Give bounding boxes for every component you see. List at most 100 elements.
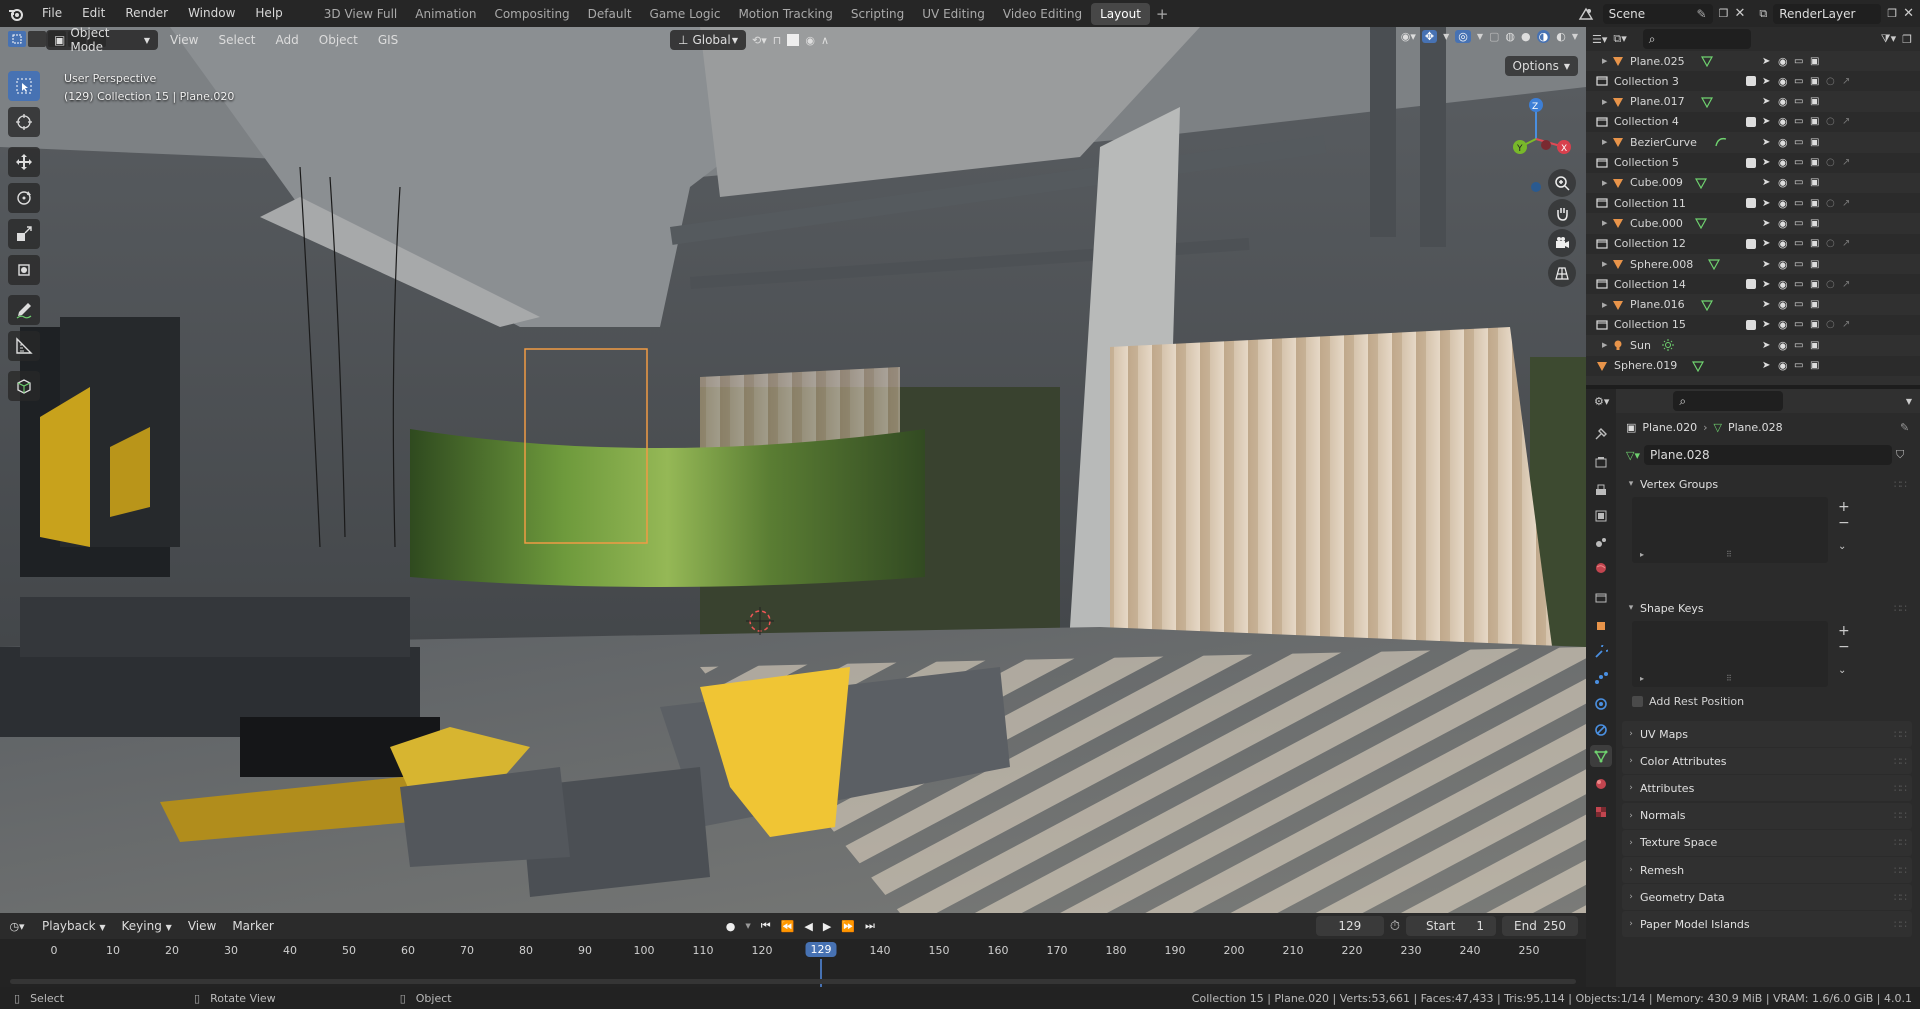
outliner-item-name[interactable]: Collection 14 (1614, 278, 1686, 291)
render-camera-icon[interactable]: ▣ (1810, 76, 1819, 87)
outliner-row[interactable]: ▶ Plane.025 ➤ ◉ ▭ ▣ (1586, 51, 1920, 71)
eye-icon[interactable]: ◉ (1778, 359, 1788, 372)
workspace-tab[interactable]: Default (579, 3, 641, 25)
outliner-item-name[interactable]: Collection 11 (1614, 197, 1686, 210)
perspective-grid-icon[interactable] (1548, 259, 1576, 287)
data-tab-icon[interactable] (1590, 745, 1612, 767)
outliner-item-name[interactable]: Plane.017 (1630, 95, 1685, 108)
workspace-tab[interactable]: Video Editing (994, 3, 1091, 25)
orientation-dropdown[interactable]: ⊥ Global ▼ (670, 30, 746, 50)
holdout-icon[interactable]: ○ (1826, 238, 1835, 249)
collapsed-panel-header[interactable]: › Normals ∷∷ (1622, 802, 1912, 829)
indirect-only-icon[interactable]: ↗ (1842, 319, 1850, 330)
mesh-browse-icon[interactable]: ▽▾ (1626, 449, 1640, 462)
workspace-tab[interactable]: 3D View Full (315, 3, 407, 25)
shape-keys-list[interactable]: ▸ ⠿ (1632, 621, 1828, 687)
gizmo-dropdown-icon[interactable]: ▼ (1443, 32, 1449, 41)
drag-grip-icon[interactable]: ∷∷ (1894, 755, 1907, 768)
modifier-tab-icon[interactable] (1590, 641, 1612, 663)
mesh-data-icon[interactable] (1701, 299, 1714, 311)
expand-arrow-icon[interactable]: ▶ (1602, 57, 1607, 65)
selectable-icon[interactable]: ➤ (1762, 319, 1770, 330)
menu-gis[interactable]: GIS (370, 33, 406, 47)
end-frame-field[interactable]: End 250 (1502, 916, 1578, 936)
collapsed-panel-header[interactable]: › Paper Model Islands ∷∷ (1622, 911, 1912, 938)
world-tab-icon[interactable] (1590, 557, 1612, 579)
view-layer-icon[interactable]: ⧉ (1759, 7, 1767, 21)
properties-search[interactable]: ⌕ (1673, 391, 1784, 411)
annotate-tool[interactable] (8, 295, 40, 325)
render-camera-icon[interactable]: ▣ (1810, 299, 1819, 310)
snap-icon[interactable]: ⊓ (773, 34, 782, 47)
menu-playback[interactable]: Playback ▼ (34, 919, 114, 933)
particles-tab-icon[interactable] (1590, 667, 1612, 689)
scene-name-field[interactable]: Scene ✎ (1602, 3, 1713, 24)
render-tab-icon[interactable] (1590, 451, 1612, 473)
selectable-icon[interactable]: ➤ (1762, 116, 1770, 127)
render-camera-icon[interactable]: ▣ (1810, 340, 1819, 351)
overlay-toggle-icon[interactable]: ◎ (1455, 30, 1471, 43)
workspace-tab[interactable]: Game Logic (641, 3, 730, 25)
current-frame-field[interactable]: 129 (1315, 916, 1384, 936)
wireframe-shading-icon[interactable]: ◍ (1505, 30, 1515, 43)
drag-grip-icon[interactable]: ∷∷ (1894, 836, 1907, 849)
render-camera-icon[interactable]: ▣ (1810, 238, 1819, 249)
mesh-data-icon[interactable] (1708, 258, 1720, 270)
render-camera-icon[interactable]: ▣ (1810, 319, 1819, 330)
viewport-display-icon[interactable]: ▭ (1794, 218, 1803, 229)
render-camera-icon[interactable]: ▣ (1810, 198, 1819, 209)
collapsed-panel-header[interactable]: › Color Attributes ∷∷ (1622, 748, 1912, 775)
eye-icon[interactable]: ◉ (1778, 95, 1788, 108)
viewport-display-icon[interactable]: ▭ (1794, 319, 1803, 330)
selectable-icon[interactable]: ➤ (1762, 177, 1770, 188)
jump-start-icon[interactable]: ⏮ (761, 919, 771, 933)
pivot-icon[interactable]: ⟲▾ (752, 34, 767, 47)
viewport-display-icon[interactable]: ▭ (1794, 96, 1803, 107)
viewport-display-icon[interactable]: ▭ (1794, 157, 1803, 168)
drag-grip-icon[interactable]: ∷∷ (1894, 728, 1907, 741)
eye-icon[interactable]: ◉ (1778, 136, 1788, 149)
new-collection-icon[interactable]: ❐ (1902, 33, 1912, 46)
render-camera-icon[interactable]: ▣ (1810, 116, 1819, 127)
scale-tool[interactable] (8, 219, 40, 249)
holdout-icon[interactable]: ○ (1826, 76, 1835, 87)
add-rest-position-checkbox[interactable] (1632, 696, 1643, 707)
exclude-checkbox[interactable] (1746, 76, 1756, 87)
menu-keying[interactable]: Keying ▼ (114, 919, 180, 933)
remove-icon[interactable]: − (1838, 515, 1850, 531)
select-box-icon[interactable] (8, 31, 26, 47)
selectable-icon[interactable]: ➤ (1762, 157, 1770, 168)
holdout-icon[interactable]: ○ (1826, 198, 1835, 209)
selectable-icon[interactable]: ➤ (1762, 279, 1770, 290)
indirect-only-icon[interactable]: ↗ (1842, 238, 1850, 249)
menu-help[interactable]: Help (245, 0, 292, 27)
eye-icon[interactable]: ◉ (1778, 197, 1788, 210)
drag-grip-icon[interactable]: ∷∷ (1894, 918, 1907, 931)
outliner-item-name[interactable]: Cube.009 (1630, 176, 1683, 189)
exclude-checkbox[interactable] (1746, 157, 1756, 168)
menu-add[interactable]: Add (268, 33, 307, 47)
menu-marker[interactable]: Marker (224, 919, 281, 933)
mesh-name-field[interactable]: Plane.028 (1643, 445, 1892, 465)
tool-tab-icon[interactable] (1590, 423, 1612, 445)
indirect-only-icon[interactable]: ↗ (1842, 157, 1850, 168)
chevron-right-icon[interactable]: ▸ (1640, 550, 1644, 559)
outliner-search[interactable]: ⌕ (1642, 29, 1751, 49)
eye-icon[interactable]: ◉ (1778, 176, 1788, 189)
outliner-item-name[interactable]: Collection 12 (1614, 237, 1686, 250)
pan-hand-icon[interactable] (1548, 199, 1576, 227)
outliner-editor-icon[interactable]: ☰▾ (1592, 33, 1607, 46)
holdout-icon[interactable]: ○ (1826, 157, 1835, 168)
view-layer-field[interactable]: RenderLayer (1773, 3, 1882, 24)
shading-dropdown-icon[interactable]: ▼ (1572, 32, 1578, 41)
scene-icon[interactable] (1575, 4, 1597, 24)
properties-editor-icon[interactable]: ⚙▾ (1594, 395, 1609, 408)
add-icon[interactable]: + (1838, 623, 1850, 639)
view-layer-tab-icon[interactable] (1590, 505, 1612, 527)
workspace-tab[interactable]: UV Editing (913, 3, 994, 25)
falloff-icon[interactable]: ∧ (821, 34, 829, 47)
selectable-icon[interactable]: ➤ (1762, 340, 1770, 351)
viewport-display-icon[interactable]: ▭ (1794, 238, 1803, 249)
outliner-item-name[interactable]: Collection 15 (1614, 318, 1686, 331)
chevron-right-icon[interactable]: ▸ (1640, 674, 1644, 683)
